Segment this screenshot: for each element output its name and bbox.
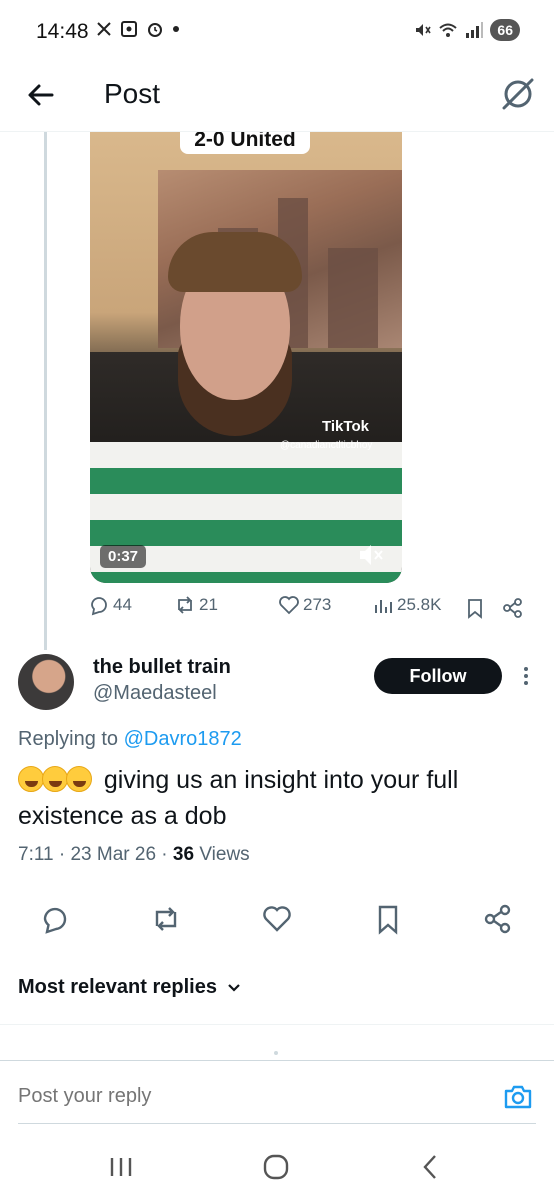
system-nav-bar [0, 1130, 554, 1200]
replying-to-label: Replying to [18, 728, 124, 750]
divider [0, 1024, 554, 1025]
recent-apps-icon[interactable] [104, 1150, 138, 1184]
user-handle[interactable]: @Maedasteel [93, 682, 217, 705]
bookmark-icon[interactable] [464, 597, 486, 619]
video-caption: 2-0 United [180, 132, 310, 154]
replying-to-mention[interactable]: @Davro1872 [124, 728, 242, 750]
action-bar [0, 903, 554, 939]
timestamp: 7:11 · 23 Mar 26 · 36 Views [18, 844, 250, 865]
follow-button[interactable]: Follow [374, 658, 502, 694]
views-bars-icon [375, 600, 392, 613]
loading-indicator [274, 1051, 278, 1055]
reply-count: 44 [113, 595, 132, 614]
page-title: Post [104, 78, 161, 109]
avatar[interactable] [18, 654, 74, 710]
heart-icon [279, 596, 299, 615]
rofl-emoji-icon [42, 766, 68, 792]
post-date: 23 Mar 26 [70, 844, 157, 865]
mute-icon [416, 24, 432, 36]
views-metric[interactable]: 25.8K [372, 594, 441, 616]
reply-metric[interactable]: 44 [88, 594, 132, 616]
rofl-emoji-icon [66, 766, 92, 792]
reply-composer [0, 1060, 554, 1126]
back-nav-icon[interactable] [414, 1150, 448, 1184]
speaker-muted-icon[interactable] [356, 540, 386, 570]
tweet-text: giving us an insight into your full exis… [18, 762, 538, 834]
status-right-icons: 66 [414, 19, 520, 41]
like-metric[interactable]: 273 [278, 594, 331, 616]
app-header: Post [0, 62, 554, 132]
home-icon[interactable] [259, 1150, 293, 1184]
sort-selector[interactable]: Most relevant replies [18, 976, 241, 999]
views-label: Views [199, 844, 250, 865]
dot-icon [173, 26, 179, 32]
bookmark-icon[interactable] [372, 903, 404, 935]
repost-icon [178, 596, 192, 614]
post-time: 7:11 [18, 844, 54, 865]
repost-metric[interactable]: 21 [174, 594, 218, 616]
like-count: 273 [303, 595, 332, 614]
status-time: 14:48 [36, 20, 89, 43]
grok-icon[interactable] [498, 74, 538, 114]
hair [168, 232, 302, 292]
tiktok-handle: @canadianctlticbhoy [280, 440, 373, 451]
video-duration: 0:37 [100, 545, 147, 568]
rofl-emoji-icon [18, 766, 44, 792]
wifi-icon [439, 23, 458, 37]
post-metrics: 44 21 273 25.8K [88, 594, 538, 624]
alarm-icon [148, 23, 162, 37]
battery-indicator: 66 [490, 19, 520, 41]
replying-to: Replying to @Davro1872 [18, 728, 242, 751]
screenshot-icon [121, 21, 137, 37]
chevron-down-icon [228, 983, 240, 992]
sort-label: Most relevant replies [18, 976, 217, 998]
status-left-icons [96, 20, 180, 38]
arrow-left-icon[interactable] [24, 78, 58, 112]
share-icon[interactable] [502, 597, 524, 619]
reply-input[interactable] [18, 1085, 438, 1108]
like-icon[interactable] [261, 903, 293, 935]
status-bar: 14:48 66 [0, 0, 554, 62]
reply-icon [91, 597, 107, 616]
reply-icon[interactable] [40, 903, 72, 935]
repost-count: 21 [199, 595, 218, 614]
repost-icon[interactable] [150, 903, 182, 935]
share-icon[interactable] [482, 903, 514, 935]
composer-underline [18, 1123, 536, 1124]
views-number: 36 [172, 844, 195, 865]
camera-icon[interactable] [502, 1081, 534, 1113]
views-count: 25.8K [397, 595, 442, 614]
display-name[interactable]: the bullet train [93, 656, 231, 679]
video-player[interactable]: 2-0 United TikTok @canadianctlticbhoy 0:… [90, 132, 402, 583]
thread-line [44, 132, 47, 650]
signal-icon [466, 22, 484, 38]
x-icon [97, 22, 111, 36]
more-options-icon[interactable] [518, 664, 534, 688]
tiktok-watermark: TikTok [322, 418, 369, 435]
